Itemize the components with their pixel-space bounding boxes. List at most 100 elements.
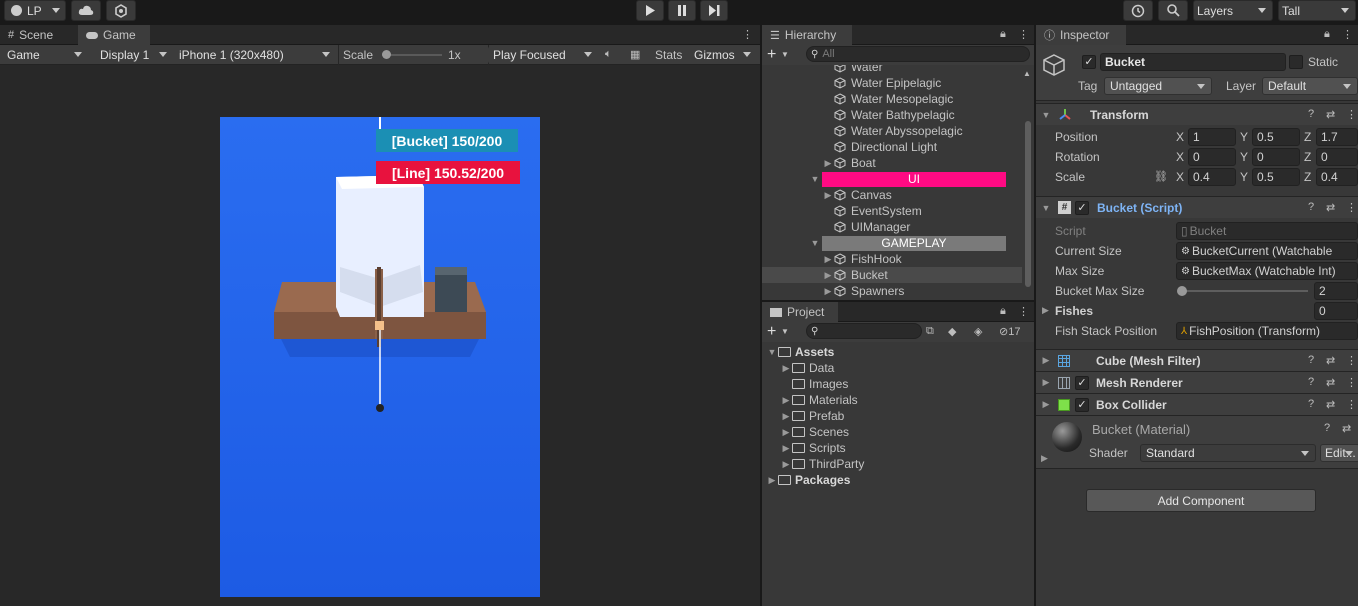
hierarchy-item[interactable]: ▶ Boat [762, 155, 1022, 171]
rotation-x-field[interactable]: 0 [1188, 148, 1236, 166]
help-icon[interactable]: ? [1308, 398, 1314, 410]
help-icon[interactable]: ? [1324, 422, 1330, 434]
chevron-down-icon[interactable]: ▼ [781, 327, 789, 336]
presets-icon[interactable]: ⇄ [1326, 376, 1335, 389]
presets-icon[interactable]: ⇄ [1326, 398, 1335, 411]
hierarchy-item[interactable]: ▶ Canvas [762, 187, 1022, 203]
presets-icon[interactable]: ⇄ [1342, 422, 1351, 435]
hierarchy-item[interactable]: EventSystem [762, 203, 1022, 219]
project-tree-item[interactable]: ▶ ThirdParty [762, 456, 1034, 472]
scrollbar-thumb[interactable] [1025, 121, 1031, 287]
add-component-button[interactable]: Add Component [1086, 489, 1316, 512]
mesh-filter-header[interactable]: ▶ Cube (Mesh Filter) ? ⇄ ⋮ [1036, 349, 1358, 371]
expand-arrow-icon[interactable]: ▶ [822, 190, 834, 201]
label-filter-icon[interactable]: ◈ [974, 325, 982, 338]
presets-icon[interactable]: ⇄ [1326, 108, 1335, 121]
tab-scene[interactable]: # Scene [0, 25, 74, 45]
presets-icon[interactable]: ⇄ [1326, 354, 1335, 367]
position-z-field[interactable]: 1.7 [1316, 128, 1358, 146]
hierarchy-item[interactable]: Water Bathypelagic [762, 107, 1022, 123]
expand-arrow-icon[interactable]: ▶ [780, 363, 792, 374]
pause-button[interactable] [668, 0, 696, 21]
audio-icon[interactable]: 🔈︎ [605, 48, 612, 61]
project-tree-item[interactable]: ▶ Prefab [762, 408, 1034, 424]
scale-y-field[interactable]: 0.5 [1252, 168, 1300, 186]
max-size-field[interactable]: ⚙ BucketMax (Watchable Int) [1176, 262, 1358, 280]
project-tree-item[interactable]: ▶ Packages [762, 472, 1034, 488]
panel-menu-icon[interactable]: ⋮ [1018, 305, 1029, 318]
project-tree-item[interactable]: ▼ Assets [762, 344, 1034, 360]
expand-arrow-icon[interactable]: ▶ [1040, 355, 1052, 366]
link-icon[interactable]: ⛓ [1154, 170, 1168, 183]
display-dropdown[interactable]: Display 1 [95, 46, 173, 64]
shader-dropdown[interactable]: Standard [1140, 444, 1316, 462]
tab-project[interactable]: Project [762, 302, 838, 322]
expand-arrow-icon[interactable]: ▶ [1042, 305, 1049, 316]
tab-game[interactable]: Game [78, 25, 150, 45]
tab-hierarchy[interactable]: ☰ Hierarchy [762, 25, 852, 45]
hierarchy-item[interactable]: Water [762, 65, 1022, 75]
hierarchy-item[interactable]: Water Mesopelagic [762, 91, 1022, 107]
expand-arrow-icon[interactable]: ▶ [780, 459, 792, 470]
rotation-y-field[interactable]: 0 [1252, 148, 1300, 166]
component-menu-icon[interactable]: ⋮ [1346, 108, 1357, 121]
scale-x-field[interactable]: 0.4 [1188, 168, 1236, 186]
presets-icon[interactable]: ⇄ [1326, 201, 1335, 214]
resolution-dropdown[interactable]: iPhone 1 (320x480) [174, 46, 336, 64]
active-checkbox[interactable]: ✓ [1082, 55, 1096, 69]
bucket-max-size-field[interactable]: 2 [1314, 282, 1358, 300]
add-icon[interactable]: + [767, 323, 776, 341]
fishes-count-field[interactable]: 0 [1314, 302, 1358, 320]
expand-arrow-icon[interactable]: ▼ [809, 238, 821, 248]
scale-slider[interactable] [382, 50, 442, 59]
expand-arrow-icon[interactable]: ▶ [780, 427, 792, 438]
bucket-max-size-slider[interactable] [1177, 286, 1308, 296]
lock-icon[interactable]: 🔒︎ [1000, 28, 1006, 41]
position-x-field[interactable]: 1 [1188, 128, 1236, 146]
expand-arrow-icon[interactable]: ▶ [822, 270, 834, 281]
expand-arrow-icon[interactable]: ▼ [766, 347, 778, 357]
project-tree-item[interactable]: Images [762, 376, 1034, 392]
mesh-renderer-enabled-checkbox[interactable]: ✓ [1075, 376, 1089, 390]
game-viewport[interactable]: [Bucket] 150/200 [Line] 150.52/200 [220, 117, 540, 597]
help-icon[interactable]: ? [1308, 201, 1314, 213]
position-y-field[interactable]: 0.5 [1252, 128, 1300, 146]
expand-arrow-icon[interactable]: ▼ [1040, 110, 1052, 120]
layout-dropdown[interactable]: Tall [1278, 0, 1356, 21]
component-menu-icon[interactable]: ⋮ [1346, 354, 1357, 367]
stats-button[interactable]: Stats [655, 48, 682, 62]
hierarchy-search-input[interactable]: ⚲ All [806, 46, 1030, 62]
component-menu-icon[interactable]: ⋮ [1346, 398, 1357, 411]
gizmos-dropdown[interactable]: Gizmos [689, 46, 757, 64]
project-tree-item[interactable]: ▶ Data [762, 360, 1034, 376]
layer-dropdown[interactable]: Default [1262, 77, 1358, 95]
expand-arrow-icon[interactable]: ▶ [822, 254, 834, 265]
bucket-script-enabled-checkbox[interactable]: ✓ [1075, 201, 1089, 215]
hierarchy-section-header[interactable]: ▼ UI [762, 171, 1022, 187]
project-tree-item[interactable]: ▶ Scripts [762, 440, 1034, 456]
static-checkbox[interactable] [1289, 55, 1303, 69]
help-icon[interactable]: ? [1308, 108, 1314, 120]
fishes-label[interactable]: Fishes [1055, 304, 1093, 318]
hierarchy-item[interactable]: ▶ FishHook [762, 251, 1022, 267]
step-button[interactable] [700, 0, 728, 21]
project-search-input[interactable]: ⚲ [806, 323, 922, 339]
hierarchy-section-header[interactable]: ▼ GAMEPLAY [762, 235, 1022, 251]
play-button[interactable] [636, 0, 664, 21]
keyboard-icon[interactable]: ▦ [630, 48, 640, 61]
rotation-z-field[interactable]: 0 [1316, 148, 1358, 166]
expand-arrow-icon[interactable]: ▶ [1040, 399, 1052, 410]
hierarchy-item[interactable]: Water Epipelagic [762, 75, 1022, 91]
panel-menu-icon[interactable]: ⋮ [742, 28, 753, 41]
scale-slider-thumb[interactable] [382, 50, 391, 59]
hidden-packages-icon[interactable]: ⊘17 [999, 325, 1020, 338]
hierarchy-scrollbar[interactable]: ▲ [1023, 69, 1033, 297]
tag-dropdown[interactable]: Untagged [1104, 77, 1212, 95]
expand-arrow-icon[interactable]: ▶ [1040, 377, 1052, 388]
account-dropdown[interactable]: LP [4, 0, 66, 21]
fish-stack-field[interactable]: ⅄ FishPosition (Transform) [1176, 322, 1358, 340]
expand-arrow-icon[interactable]: ▼ [809, 174, 821, 184]
project-tree-item[interactable]: ▶ Materials [762, 392, 1034, 408]
game-mode-dropdown[interactable]: Game [2, 46, 88, 64]
collab-button[interactable] [106, 0, 136, 21]
